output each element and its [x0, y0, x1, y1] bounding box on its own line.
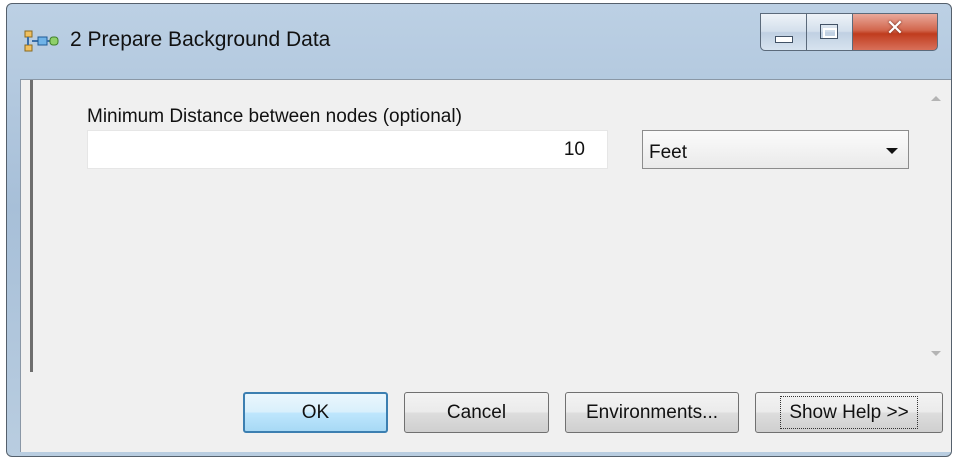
chevron-down-icon: [886, 148, 898, 154]
cancel-button[interactable]: Cancel: [404, 392, 549, 433]
close-button[interactable]: ✕: [852, 13, 938, 51]
dialog-window: 2 Prepare Background Data ✕ Minimum Dist…: [6, 3, 952, 457]
model-builder-icon: [24, 30, 59, 52]
minimize-icon: [775, 36, 793, 43]
dialog-client-area: Minimum Distance between nodes (optional…: [20, 79, 951, 452]
environments-button[interactable]: Environments...: [565, 392, 739, 433]
min-distance-label: Minimum Distance between nodes (optional…: [87, 106, 462, 127]
show-help-label: Show Help >>: [780, 396, 918, 429]
vertical-scrollbar[interactable]: [923, 80, 949, 372]
title-bar[interactable]: 2 Prepare Background Data ✕: [7, 4, 951, 84]
maximize-icon: [820, 24, 838, 39]
show-help-button[interactable]: Show Help >>: [755, 392, 943, 433]
min-distance-input[interactable]: 10: [87, 130, 608, 169]
distance-unit-value: Feet: [649, 142, 688, 163]
parameters-panel: Minimum Distance between nodes (optional…: [30, 80, 923, 372]
window-controls: ✕: [760, 13, 938, 53]
scroll-down-icon[interactable]: [931, 351, 941, 356]
close-icon: ✕: [885, 16, 905, 41]
distance-unit-dropdown[interactable]: Feet: [642, 130, 909, 169]
minimize-button[interactable]: [760, 13, 806, 51]
maximize-button[interactable]: [806, 13, 852, 51]
ok-button[interactable]: OK: [243, 392, 388, 433]
window-title: 2 Prepare Background Data: [70, 28, 331, 51]
scroll-up-icon[interactable]: [931, 96, 941, 101]
